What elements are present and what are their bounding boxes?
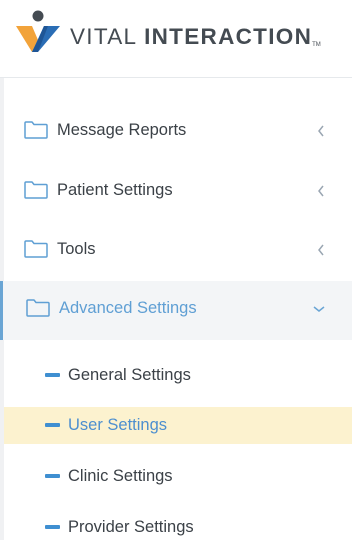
trademark: TM — [312, 42, 321, 48]
folder-icon — [24, 181, 48, 199]
nav-item-patient-settings[interactable]: Patient Settings — [4, 163, 352, 222]
nav-item-label: Tools — [57, 240, 96, 258]
nav-item-label: Message Reports — [57, 121, 187, 139]
sub-item-user-settings[interactable]: User Settings — [4, 407, 352, 444]
sub-item-provider-settings[interactable]: Provider Settings — [4, 509, 352, 546]
nav-item-advanced-settings[interactable]: Advanced Settings — [0, 281, 352, 340]
sidebar-nav: Message Reports Patient Settings Tools A… — [0, 78, 352, 540]
dash-icon — [45, 373, 60, 377]
dash-icon — [45, 474, 60, 478]
nav-item-message-reports[interactable]: Message Reports — [4, 103, 352, 162]
brand-name: VITAL INTERACTIONTM — [70, 24, 321, 50]
folder-icon — [24, 240, 48, 258]
dash-icon — [45, 423, 60, 427]
chevron-left-icon — [318, 244, 324, 256]
nav-item-label: Advanced Settings — [59, 299, 197, 317]
sub-item-label: Provider Settings — [68, 518, 194, 536]
sub-item-label: User Settings — [68, 416, 168, 434]
nav-item-label: Patient Settings — [57, 181, 173, 199]
sub-item-label: Clinic Settings — [68, 467, 173, 485]
vital-interaction-logo-icon — [16, 10, 60, 52]
brand-name-light: VITAL — [70, 24, 145, 49]
dash-icon — [45, 525, 60, 529]
app-header: VITAL INTERACTIONTM — [0, 0, 352, 78]
sub-item-clinic-settings[interactable]: Clinic Settings — [4, 458, 352, 495]
chevron-down-icon — [313, 306, 325, 312]
chevron-left-icon — [318, 125, 324, 137]
nav-item-tools[interactable]: Tools — [4, 222, 352, 281]
sub-item-general-settings[interactable]: General Settings — [4, 357, 352, 394]
folder-icon — [24, 121, 48, 139]
brand-name-bold: INTERACTION — [144, 24, 313, 49]
chevron-left-icon — [318, 185, 324, 197]
sub-item-label: General Settings — [68, 366, 191, 384]
folder-icon — [26, 299, 50, 317]
